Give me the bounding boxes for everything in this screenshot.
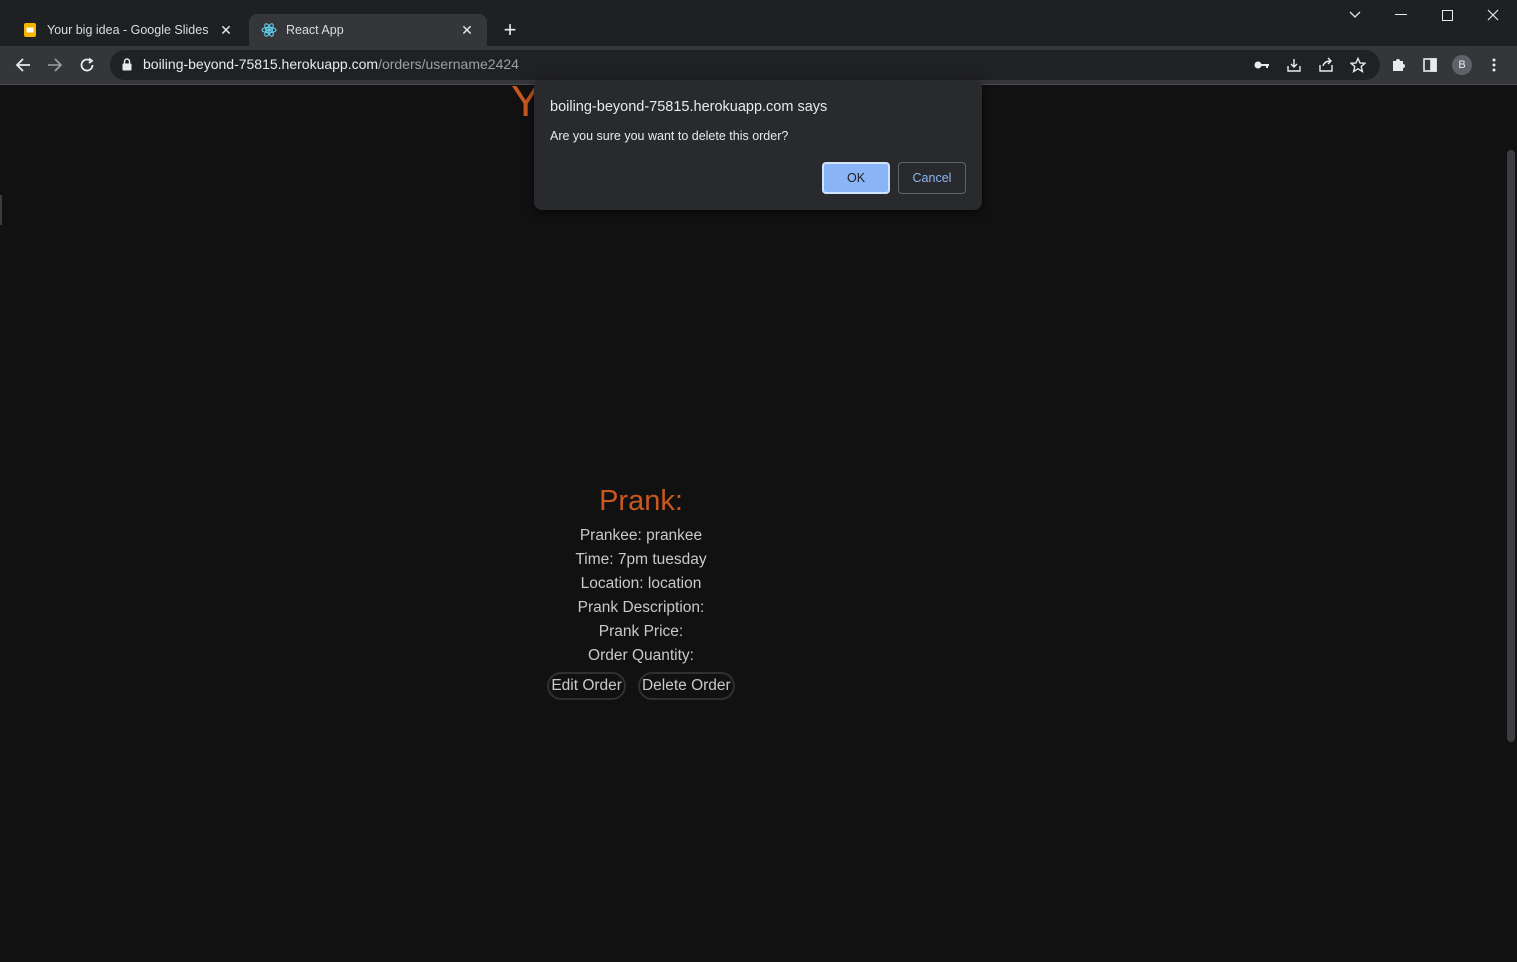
install-app-icon[interactable] — [1284, 55, 1304, 75]
new-tab-button[interactable]: + — [496, 16, 524, 44]
description-text: Prank Description: — [577, 599, 705, 616]
url-text: boiling-beyond-75815.herokuapp.com/order… — [143, 56, 519, 72]
close-icon[interactable]: ✕ — [459, 22, 475, 38]
more-menu-icon[interactable] — [1484, 55, 1504, 75]
delete-order-button[interactable]: Delete Order — [637, 672, 735, 700]
reload-icon[interactable] — [73, 51, 101, 79]
extensions-puzzle-icon[interactable] — [1388, 55, 1408, 75]
lock-icon[interactable] — [122, 58, 132, 76]
tab-google-slides[interactable]: Your big idea - Google Slides ✕ — [10, 14, 246, 46]
address-bar[interactable]: boiling-beyond-75815.herokuapp.com/order… — [110, 50, 1380, 80]
price-text: Prank Price: — [598, 623, 684, 640]
time-text: Time: 7pm tuesday — [575, 551, 707, 568]
location-text: Location: location — [580, 575, 702, 592]
maximize-icon[interactable] — [1424, 0, 1470, 30]
prank-order-card: Prank: Prankee: prankee Time: 7pm tuesda… — [541, 485, 741, 700]
minimize-icon[interactable] — [1378, 0, 1424, 30]
url-host: boiling-beyond-75815.herokuapp.com — [143, 56, 379, 72]
quantity-text: Order Quantity: — [588, 647, 694, 664]
tab-title: React App — [286, 23, 344, 37]
tab-react-app[interactable]: React App ✕ — [249, 14, 487, 46]
key-icon[interactable] — [1252, 55, 1272, 75]
window-close-icon[interactable] — [1470, 0, 1516, 30]
prank-title: Prank: — [599, 485, 683, 517]
ok-button[interactable]: OK — [822, 162, 890, 194]
url-path: /orders/username2424 — [378, 56, 519, 72]
scrollbar[interactable] — [1507, 150, 1515, 742]
close-icon[interactable]: ✕ — [218, 22, 234, 38]
prankee-text: Prankee: prankee — [579, 527, 703, 544]
share-icon[interactable] — [1316, 55, 1336, 75]
cancel-button[interactable]: Cancel — [898, 162, 966, 194]
page-content: Y Prank: Prankee: prankee Time: 7pm tues… — [0, 77, 1517, 962]
side-panel-icon[interactable] — [1420, 55, 1440, 75]
bookmark-star-icon[interactable] — [1348, 55, 1368, 75]
react-icon — [261, 22, 277, 38]
edit-order-button[interactable]: Edit Order — [547, 672, 626, 700]
confirm-dialog: boiling-beyond-75815.herokuapp.com says … — [534, 80, 982, 210]
forward-arrow-icon[interactable] — [41, 51, 69, 79]
google-slides-icon — [22, 22, 38, 38]
dialog-title: boiling-beyond-75815.herokuapp.com says — [550, 99, 828, 115]
tab-strip: Your big idea - Google Slides ✕ React Ap… — [0, 0, 1517, 46]
profile-avatar[interactable]: B — [1452, 55, 1472, 75]
tab-title: Your big idea - Google Slides — [47, 23, 209, 37]
left-edge-marker — [0, 195, 2, 225]
back-arrow-icon[interactable] — [9, 51, 37, 79]
dialog-message: Are you sure you want to delete this ord… — [550, 129, 789, 143]
tab-search-icon[interactable] — [1332, 0, 1378, 30]
